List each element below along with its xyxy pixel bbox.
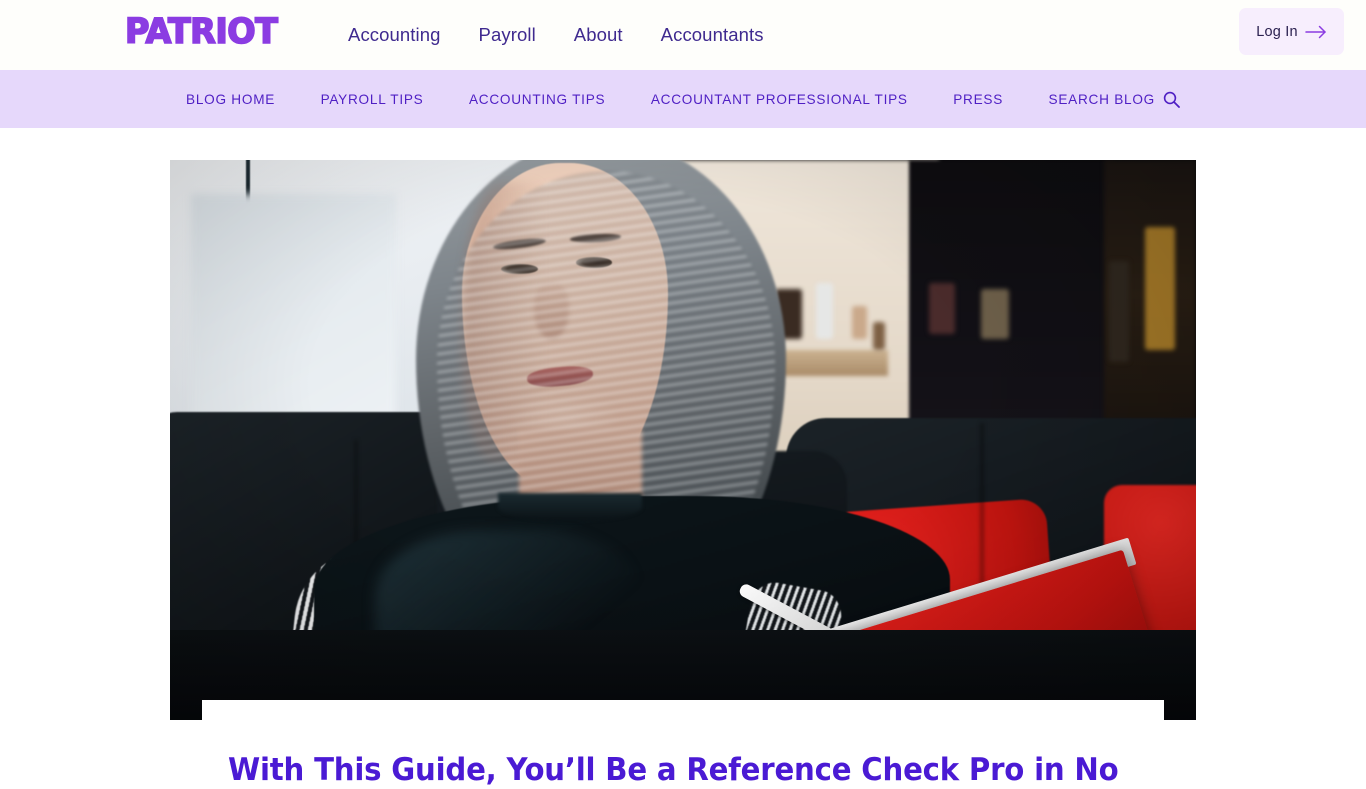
patriot-logo[interactable]: PATRIOT (124, 14, 279, 51)
hero-photo-illustration (170, 160, 1196, 720)
nav-item-accounting[interactable]: Accounting (348, 24, 441, 46)
nav-item-accountants[interactable]: Accountants (661, 24, 764, 46)
nav-item-payroll[interactable]: Payroll (479, 24, 536, 46)
nav-item-about[interactable]: About (574, 24, 623, 46)
subnav-item-press[interactable]: PRESS (953, 92, 1003, 107)
blog-subnav: BLOG HOME PAYROLL TIPS ACCOUNTING TIPS A… (0, 70, 1366, 128)
page-title: With This Guide, You’ll Be a Reference C… (228, 752, 1119, 789)
primary-nav: Accounting Payroll About Accountants (348, 0, 764, 70)
subnav-item-search-blog[interactable]: SEARCH BLOG (1049, 91, 1180, 108)
login-button[interactable]: Log In (1239, 8, 1344, 55)
hero-photo (170, 160, 1196, 720)
search-icon (1163, 91, 1180, 108)
search-blog-label: SEARCH BLOG (1048, 91, 1155, 107)
subnav-item-payroll-tips[interactable]: PAYROLL TIPS (321, 92, 424, 107)
site-header: PATRIOT Accounting Payroll About Account… (0, 0, 1366, 70)
subnav-item-blog-home[interactable]: BLOG HOME (186, 92, 275, 107)
login-button-label: Log In (1256, 23, 1298, 40)
subnav-item-accountant-professional-tips[interactable]: ACCOUNTANT PROFESSIONAL TIPS (651, 92, 908, 107)
subnav-item-accounting-tips[interactable]: ACCOUNTING TIPS (469, 92, 605, 107)
arrow-right-icon (1305, 25, 1327, 39)
